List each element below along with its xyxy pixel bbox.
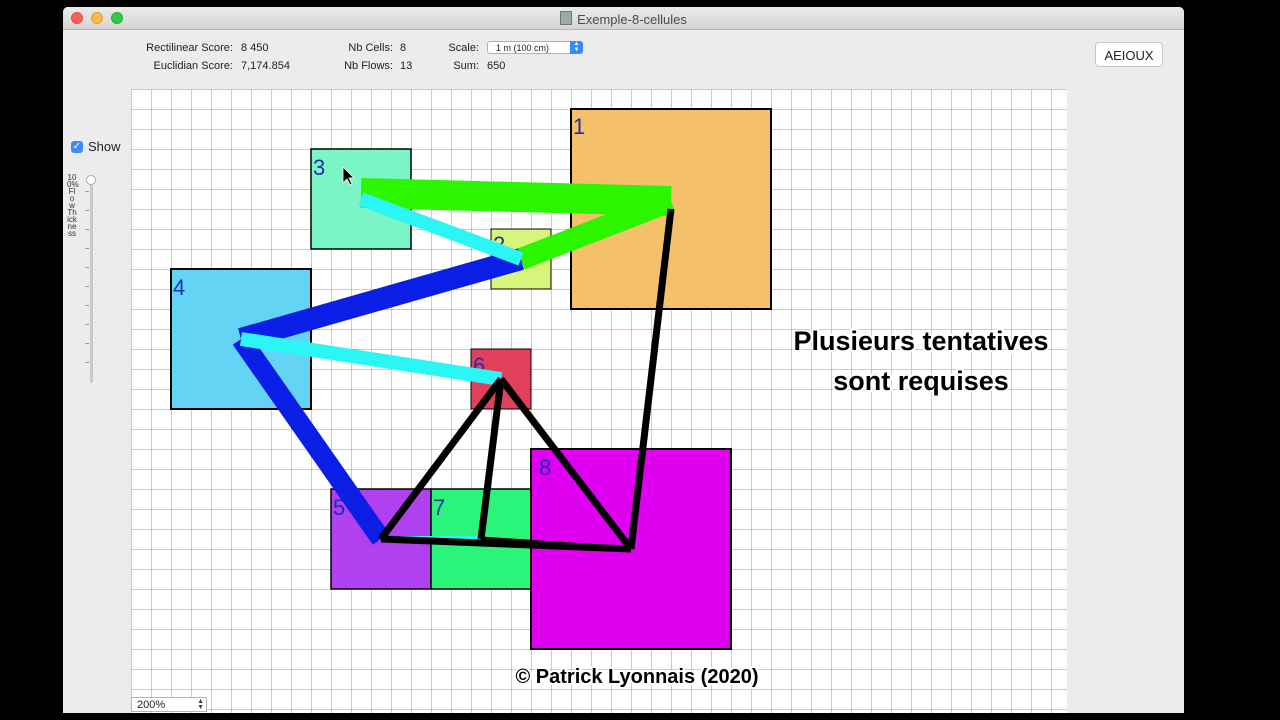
- slider-ticks: [85, 191, 89, 381]
- flow-thickness-slider-thumb[interactable]: [86, 175, 96, 185]
- sum-label: Sum:: [453, 60, 479, 72]
- scale-label: Scale:: [448, 42, 479, 54]
- cell-8-label: 8: [539, 455, 551, 480]
- scale-select[interactable]: 1 m (100 cm) ▲ ▼: [487, 41, 583, 54]
- copyright-caption: © Patrick Lyonnais (2020): [516, 666, 759, 688]
- window-title: Exemple-8-cellules: [63, 11, 1184, 27]
- scale-select-value: 1 m (100 cm): [496, 43, 550, 53]
- flow-thickness-label: 100% Flow Thickness: [67, 173, 79, 238]
- nb-flows-value: 13: [400, 60, 413, 72]
- document-icon: [560, 11, 573, 25]
- overlay-caption-line-1: Plusieurs tentatives: [793, 326, 1048, 356]
- nb-cells-label: Nb Cells:: [348, 42, 393, 54]
- cell-3-label: 3: [313, 155, 325, 180]
- sum-value: 650: [487, 60, 506, 72]
- chevron-updown-icon: ▲ ▼: [570, 41, 583, 54]
- show-checkbox[interactable]: ✓: [71, 141, 83, 153]
- layout-canvas[interactable]: 1 2 3 4 5 6 7 8 Plusieurs tentatives son…: [131, 89, 1067, 713]
- overlay-caption-line-2: sont requises: [833, 366, 1009, 396]
- checkmark-icon: ✓: [72, 141, 82, 152]
- layout-canvas-svg: 1 2 3 4 5 6 7 8 Plusieurs tentatives son…: [131, 89, 1067, 713]
- window-title-text: Exemple-8-cellules: [577, 12, 687, 27]
- nb-flows-label: Nb Flows:: [344, 60, 393, 72]
- chevron-updown-icon: ▲ ▼: [197, 698, 204, 711]
- rectilinear-score-value: 8 450: [241, 42, 269, 54]
- euclidian-score-label: Euclidian Score:: [153, 60, 234, 72]
- nb-cells-value: 8: [400, 42, 407, 54]
- zoom-select-value: 200%: [137, 699, 166, 711]
- rectilinear-score-label: Rectilinear Score:: [146, 42, 233, 54]
- cell-7-label: 7: [433, 495, 445, 520]
- cell-1-label: 1: [573, 114, 585, 139]
- right-empty-area: [1067, 89, 1184, 713]
- aeioux-button[interactable]: AEIOUX: [1095, 42, 1163, 67]
- cell-4-label: 4: [173, 275, 185, 300]
- app-window: Exemple-8-cellules Rectilinear Score: 8 …: [63, 7, 1184, 713]
- show-checkbox-label[interactable]: Show: [88, 139, 121, 154]
- title-bar[interactable]: Exemple-8-cellules: [63, 7, 1184, 30]
- zoom-select[interactable]: 200% ▲ ▼: [131, 697, 207, 712]
- flow-thickness-slider[interactable]: [90, 179, 93, 383]
- euclidian-score-value: 7,174.854: [241, 60, 290, 72]
- flow-3-1: [360, 178, 672, 216]
